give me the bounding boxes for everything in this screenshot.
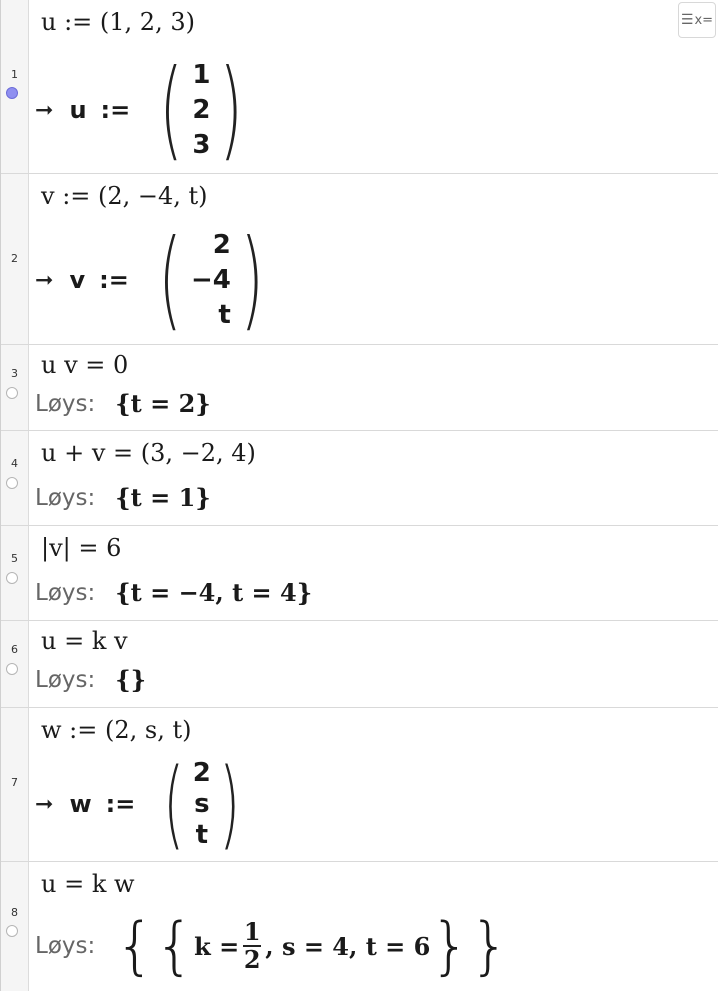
cas-row-6[interactable]: 6 u = k v Løys: {} [1, 621, 718, 708]
vector-entry: s [194, 788, 210, 819]
solve-result-rest: , s = 4, t = 6 [265, 931, 431, 961]
row-marker-toggle[interactable] [6, 572, 18, 584]
cas-output: Løys: { { k = 1 2 , s = 4, t = 6 } } [35, 909, 510, 982]
fraction: 1 2 [243, 917, 262, 974]
row-number: 8 [11, 906, 18, 919]
column-vector: ( 2 −4 t ) [158, 217, 264, 342]
cas-row-2[interactable]: 2 v := (2, −4, t) ➞ v := ( 2 −4 t ) [1, 174, 718, 345]
cas-input[interactable]: u = k v [41, 627, 128, 655]
fraction-numerator: 1 [243, 917, 261, 946]
vector-entry: −4 [190, 264, 231, 295]
cas-output: Løys: {t = 1} [35, 483, 211, 512]
cas-output: ➞ w := ( 2 s t ) [35, 756, 248, 852]
cas-output: Løys: {} [35, 665, 146, 694]
row-marker-toggle[interactable] [6, 387, 18, 399]
solve-label: Løys: [35, 579, 96, 606]
vector-entry: 2 [192, 757, 211, 788]
toggle-label: x= [694, 12, 714, 28]
arrow-icon: ➞ [35, 791, 54, 817]
solve-result: {t = 2} [115, 389, 211, 418]
cas-output: Løys: {t = −4, t = 4} [35, 578, 312, 607]
menu-lines-icon: ☰ [680, 12, 694, 28]
column-vector: ( 2 s t ) [163, 748, 240, 860]
vector-entry: 2 [192, 94, 211, 125]
cas-row-1[interactable]: 1 u := (1, 2, 3) ➞ u := ( 1 2 3 ) [1, 0, 718, 174]
cas-output: Løys: {t = 2} [35, 389, 211, 418]
cas-input[interactable]: u = k w [41, 870, 135, 898]
output-assign: := [105, 790, 136, 818]
solve-result: {t = 1} [115, 483, 211, 512]
cas-input[interactable]: v := (2, −4, t) [41, 182, 208, 210]
row-marker-toggle[interactable] [6, 477, 18, 489]
arrow-icon: ➞ [35, 97, 54, 123]
cas-view: 1 u := (1, 2, 3) ➞ u := ( 1 2 3 ) 2 v :=… [0, 0, 718, 991]
vector-entry: 2 [212, 229, 231, 260]
cas-input[interactable]: u v = 0 [41, 351, 128, 379]
cas-row-8[interactable]: 8 u = k w Løys: { { k = 1 2 , s = 4, t =… [1, 862, 718, 989]
arrow-icon: ➞ [35, 267, 54, 293]
cas-input[interactable]: u + v = (3, −2, 4) [41, 439, 256, 467]
cas-row-3[interactable]: 3 u v = 0 Løys: {t = 2} [1, 345, 718, 431]
cas-row-7[interactable]: 7 w := (2, s, t) ➞ w := ( 2 s t ) [1, 708, 718, 862]
row-number: 5 [11, 552, 18, 565]
row-number: 6 [11, 643, 18, 656]
cas-output: ➞ u := ( 1 2 3 ) [35, 56, 253, 164]
row-marker-toggle[interactable] [6, 663, 18, 675]
vector-entry: t [218, 299, 231, 330]
vector-entry: 1 [192, 59, 211, 90]
solve-result: {t = −4, t = 4} [115, 578, 313, 607]
column-vector: ( 1 2 3 ) [159, 47, 244, 172]
cas-input[interactable]: w := (2, s, t) [41, 716, 191, 744]
cas-row-5[interactable]: 5 |v| = 6 Løys: {t = −4, t = 4} [1, 526, 718, 621]
row-number: 7 [11, 776, 18, 789]
output-assign: := [100, 96, 131, 124]
vector-entry: 3 [192, 129, 211, 160]
row-number: 4 [11, 457, 18, 470]
solve-result: {} [115, 665, 147, 694]
output-assign: := [99, 266, 129, 294]
vector-entry: t [195, 819, 209, 850]
cas-input[interactable]: |v| = 6 [41, 534, 121, 562]
cas-row-4[interactable]: 4 u + v = (3, −2, 4) Løys: {t = 1} [1, 431, 718, 526]
row-number: 1 [11, 68, 18, 81]
keyboard-toggle-button[interactable]: ☰ x= [678, 2, 716, 38]
cas-input[interactable]: u := (1, 2, 3) [41, 8, 195, 36]
solve-result-k: k = [194, 931, 240, 961]
solve-label: Løys: [35, 666, 96, 693]
solve-label: Løys: [35, 484, 96, 511]
fraction-denominator: 2 [243, 945, 261, 974]
row-marker-toggle[interactable] [6, 87, 18, 99]
output-name: v [69, 266, 86, 294]
row-number: 2 [11, 252, 18, 265]
output-name: w [69, 790, 92, 818]
row-marker-toggle[interactable] [6, 925, 18, 937]
solve-label: Løys: [35, 390, 96, 417]
output-name: u [69, 96, 87, 124]
cas-output: ➞ v := ( 2 −4 t ) [35, 226, 273, 334]
solve-label: Løys: [35, 933, 96, 959]
row-number: 3 [11, 367, 18, 380]
